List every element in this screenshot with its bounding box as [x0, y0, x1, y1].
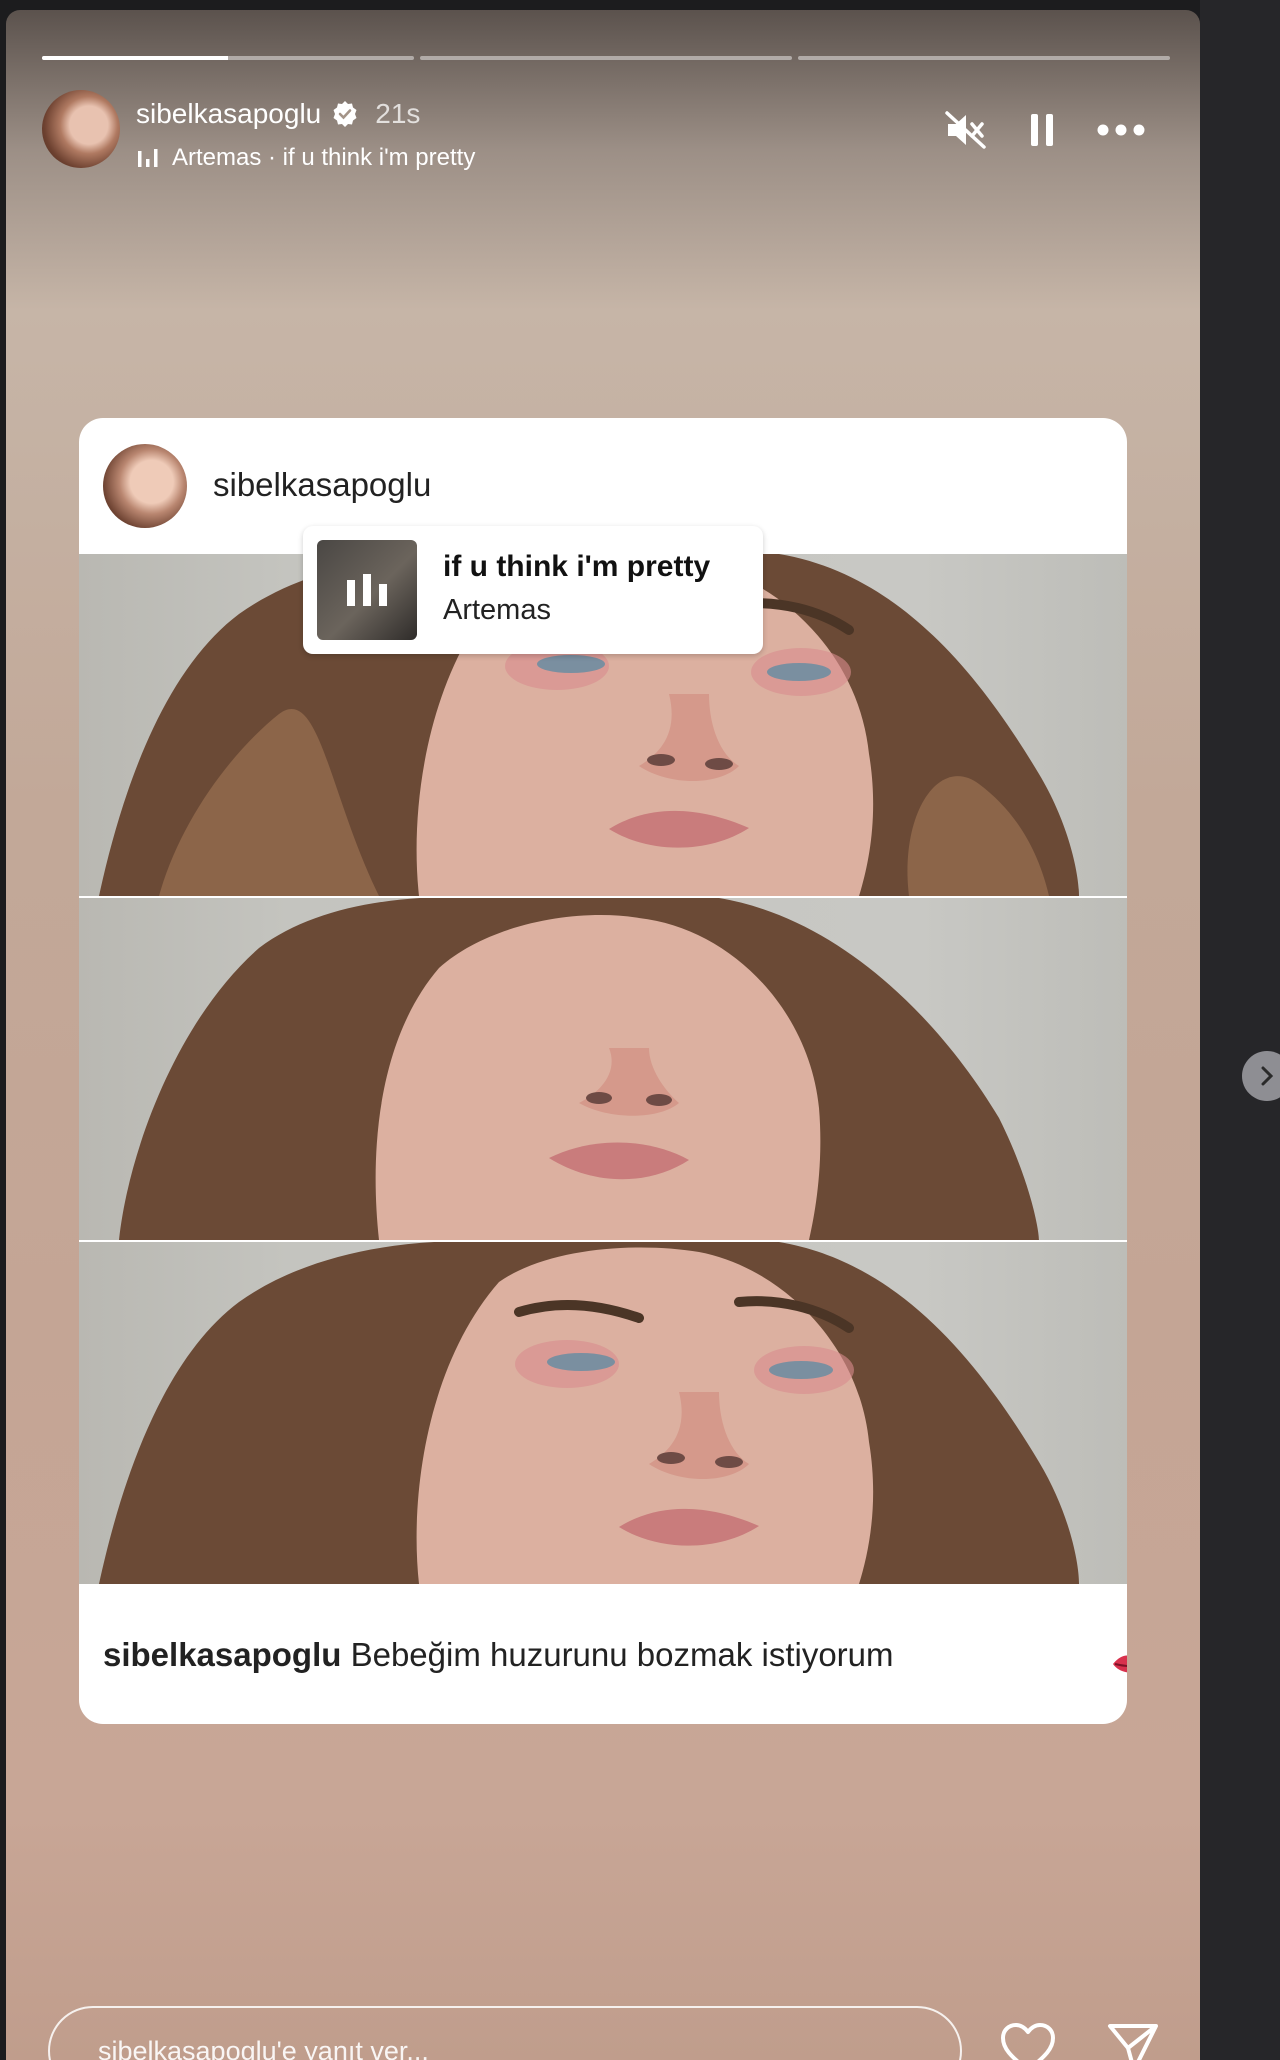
mute-icon[interactable]	[944, 110, 988, 150]
story-progress-bar	[42, 56, 1170, 60]
story-user-row: sibelkasapoglu 21s	[136, 98, 420, 130]
reply-placeholder: sibelkasapoglu'e yanıt ver...	[98, 2036, 429, 2060]
post-username[interactable]: sibelkasapoglu	[213, 466, 431, 504]
story-viewer[interactable]: sibelkasapoglu 21s Artemas · if u think …	[6, 10, 1200, 2060]
progress-segment	[42, 56, 414, 60]
progress-segment	[798, 56, 1170, 60]
album-cover	[317, 540, 417, 640]
bottom-actions	[1000, 2022, 1160, 2060]
post-caption: sibelkasapoglu Bebeğim huzurunu bozmak i…	[103, 1636, 894, 1674]
story-avatar[interactable]	[42, 90, 120, 168]
verified-badge-icon	[333, 101, 357, 127]
page-gutter	[1200, 0, 1280, 2060]
heart-icon[interactable]	[1000, 2022, 1056, 2060]
story-time: 21s	[375, 98, 421, 129]
caption-username[interactable]: sibelkasapoglu	[103, 1636, 341, 1673]
chevron-right-icon	[1261, 1066, 1274, 1086]
send-icon[interactable]	[1106, 2022, 1160, 2060]
post-photo	[79, 1242, 1127, 1584]
pause-icon[interactable]	[1028, 112, 1056, 148]
story-music-line[interactable]: Artemas · if u think i'm pretty	[136, 144, 475, 172]
post-photo	[79, 898, 1127, 1240]
post-avatar[interactable]	[103, 444, 187, 528]
equalizer-icon	[138, 149, 158, 167]
music-sticker[interactable]: if u think i'm pretty Artemas	[303, 526, 763, 654]
music-line-text: Artemas · if u think i'm pretty	[172, 144, 476, 171]
story-controls	[944, 110, 1146, 150]
caption-text: Bebeğim huzurunu bozmak istiyorum	[350, 1636, 894, 1673]
progress-segment	[420, 56, 792, 60]
more-icon[interactable]	[1096, 123, 1146, 137]
equalizer-icon	[347, 574, 387, 606]
song-title: if u think i'm pretty	[443, 550, 711, 583]
song-artist: Artemas	[443, 594, 551, 626]
lips-emoji-icon	[1113, 1655, 1127, 1673]
story-username[interactable]: sibelkasapoglu	[136, 98, 321, 130]
reply-input[interactable]: sibelkasapoglu'e yanıt ver...	[48, 2006, 962, 2060]
